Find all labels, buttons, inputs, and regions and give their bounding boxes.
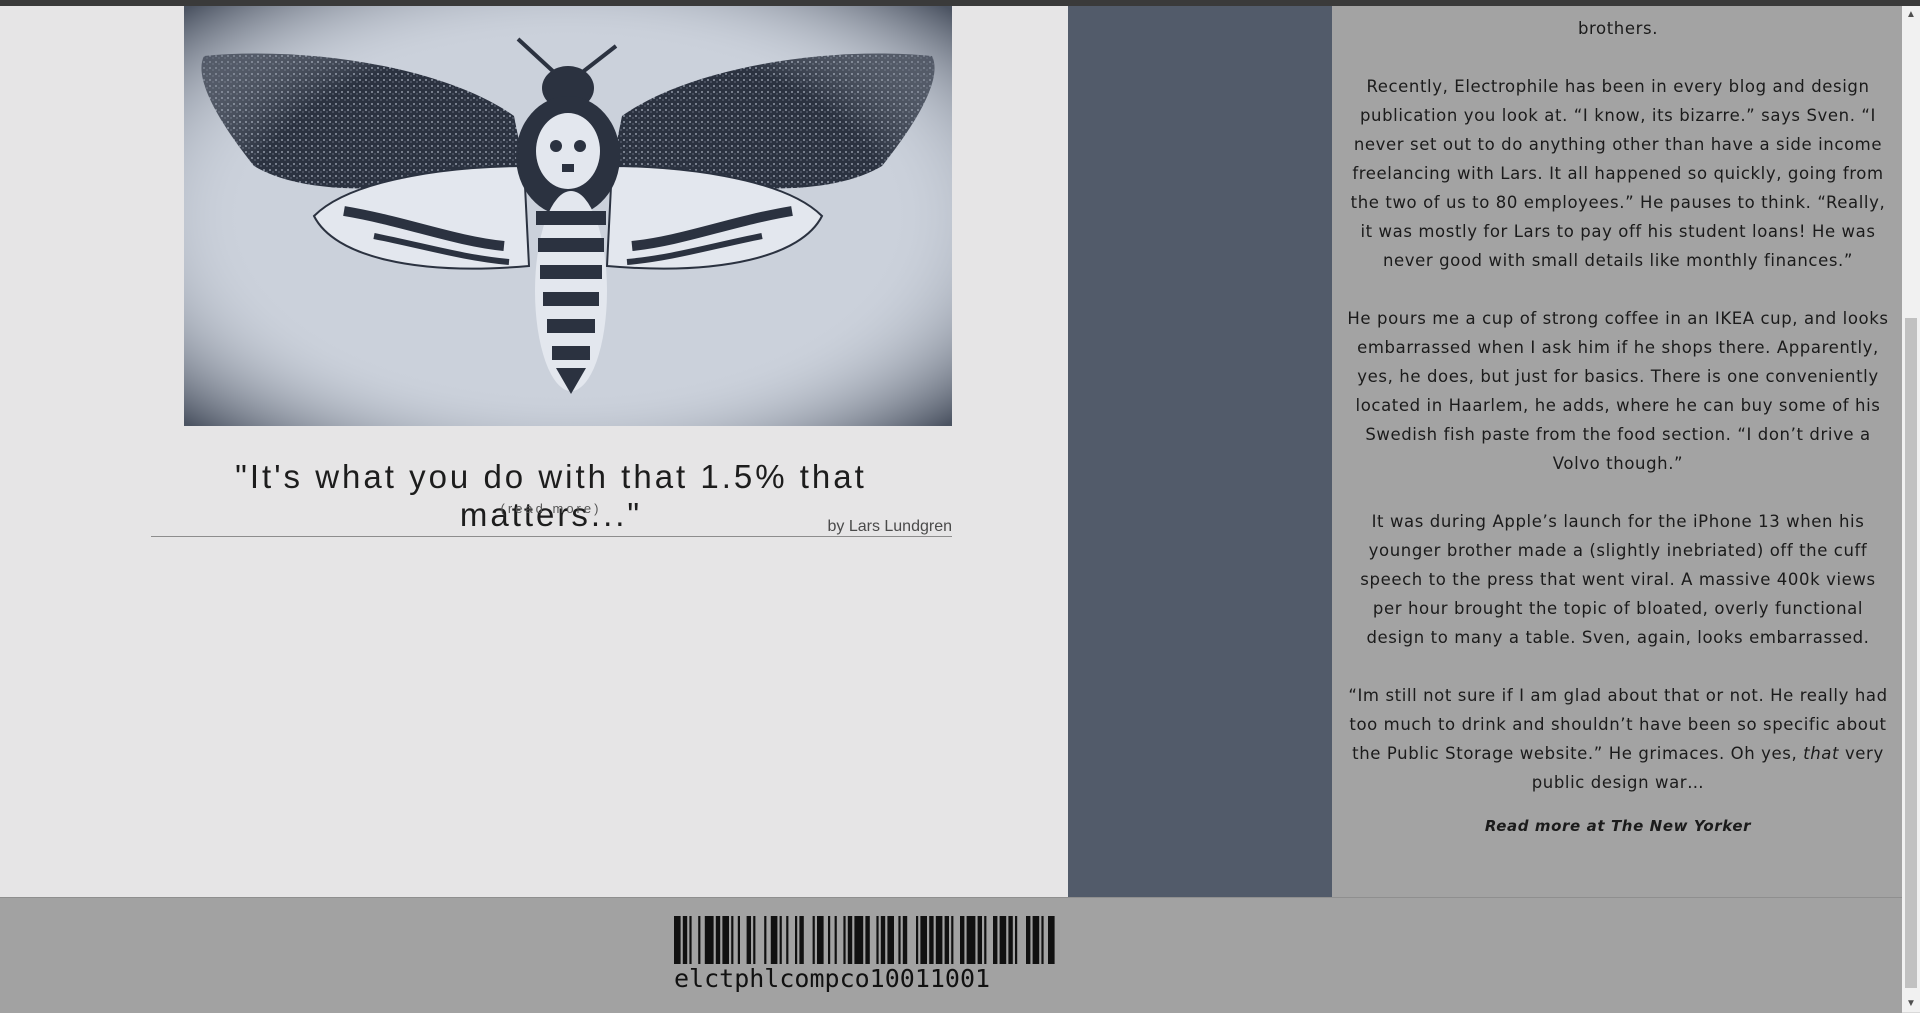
- barcode-bar: [737, 916, 740, 964]
- barcode-bar: [1015, 916, 1018, 964]
- article-paragraph: He pours me a cup of strong coffee in an…: [1347, 309, 1889, 473]
- scroll-down-arrow-icon[interactable]: ▼: [1902, 995, 1920, 1012]
- barcode-bar: [880, 916, 886, 964]
- barcode-bar: [764, 916, 767, 964]
- read-more-link[interactable]: (read more): [150, 501, 952, 516]
- scroll-up-arrow-icon[interactable]: ▲: [1902, 6, 1920, 23]
- new-yorker-link[interactable]: Read more at The New Yorker: [1346, 812, 1890, 841]
- barcode-bar: [929, 916, 934, 964]
- barcode-bar: [944, 916, 949, 964]
- article-paragraph-final: “Im still not sure if I am glad about th…: [1346, 681, 1890, 797]
- barcode-bar: [966, 916, 976, 964]
- feature-panel: "It's what you do with that 1.5% that ma…: [0, 6, 1068, 897]
- barcode-bar: [1048, 916, 1055, 964]
- barcode-bar: [674, 916, 681, 964]
- barcode-bar: [898, 916, 901, 964]
- final-text-emphasis: that: [1803, 744, 1840, 763]
- barcode-bar: [795, 916, 798, 964]
- barcode-bar: [1008, 916, 1013, 964]
- barcode-bar: [935, 916, 943, 964]
- barcode-bar: [746, 916, 751, 964]
- barcode-bar: [1026, 916, 1031, 964]
- article-body: brothers. Recently, Electrophile has bee…: [1346, 14, 1890, 841]
- article-paragraph: Recently, Electrophile has been in every…: [1350, 77, 1886, 270]
- barcode-bar: [984, 916, 987, 964]
- barcode-bar: [799, 916, 804, 964]
- barcode-bar: [689, 916, 692, 964]
- vertical-scrollbar[interactable]: ▲ ▼: [1902, 6, 1920, 1012]
- barcode-bar: [854, 916, 864, 964]
- barcode-bar: [876, 916, 879, 964]
- quote-byline: by Lars Lundgren: [827, 518, 952, 535]
- barcode-bar: [698, 916, 701, 964]
- barcode-bar: [779, 916, 782, 964]
- barcode-bar: [887, 916, 894, 964]
- barcode-bar: [817, 916, 824, 964]
- barcode-bar: [1032, 916, 1040, 964]
- barcode-bar: [993, 916, 998, 964]
- barcode-bar: [704, 916, 714, 964]
- barcode-bar: [812, 916, 815, 964]
- barcode-bar: [731, 916, 734, 964]
- barcode-bar: [1041, 916, 1044, 964]
- barcode-bar: [960, 916, 965, 964]
- decorative-column: [1068, 6, 1332, 897]
- barcode-bar: [977, 916, 982, 964]
- barcode-bar: [786, 916, 789, 964]
- article-paragraph: It was during Apple’s launch for the iPh…: [1360, 512, 1876, 647]
- barcode-bar: [951, 916, 954, 964]
- article-paragraph: brothers.: [1577, 19, 1659, 38]
- barcode-bar: [834, 916, 837, 964]
- footer: elctphlcompco10011001: [0, 897, 1902, 1013]
- barcode-bar: [682, 916, 688, 964]
- barcode-bar: [920, 916, 927, 964]
- scroll-thumb[interactable]: [1905, 318, 1917, 988]
- quote-divider: [151, 536, 952, 537]
- article-panel: brothers. Recently, Electrophile has bee…: [1332, 6, 1902, 897]
- moth-image: [184, 6, 952, 426]
- barcode-bar: [722, 916, 729, 964]
- barcode-bar: [902, 916, 908, 964]
- barcode-bar: [916, 916, 919, 964]
- barcode-bar: [828, 916, 831, 964]
- barcode-bar: [753, 916, 756, 964]
- barcode-icon: [674, 916, 1055, 964]
- barcode-bar: [847, 916, 853, 964]
- barcode-bar: [999, 916, 1007, 964]
- barcode-bar: [770, 916, 778, 964]
- barcode-text: elctphlcompco10011001: [674, 964, 991, 993]
- barcode-bar: [715, 916, 721, 964]
- barcode-bar: [843, 916, 846, 964]
- barcode-bar: [865, 916, 870, 964]
